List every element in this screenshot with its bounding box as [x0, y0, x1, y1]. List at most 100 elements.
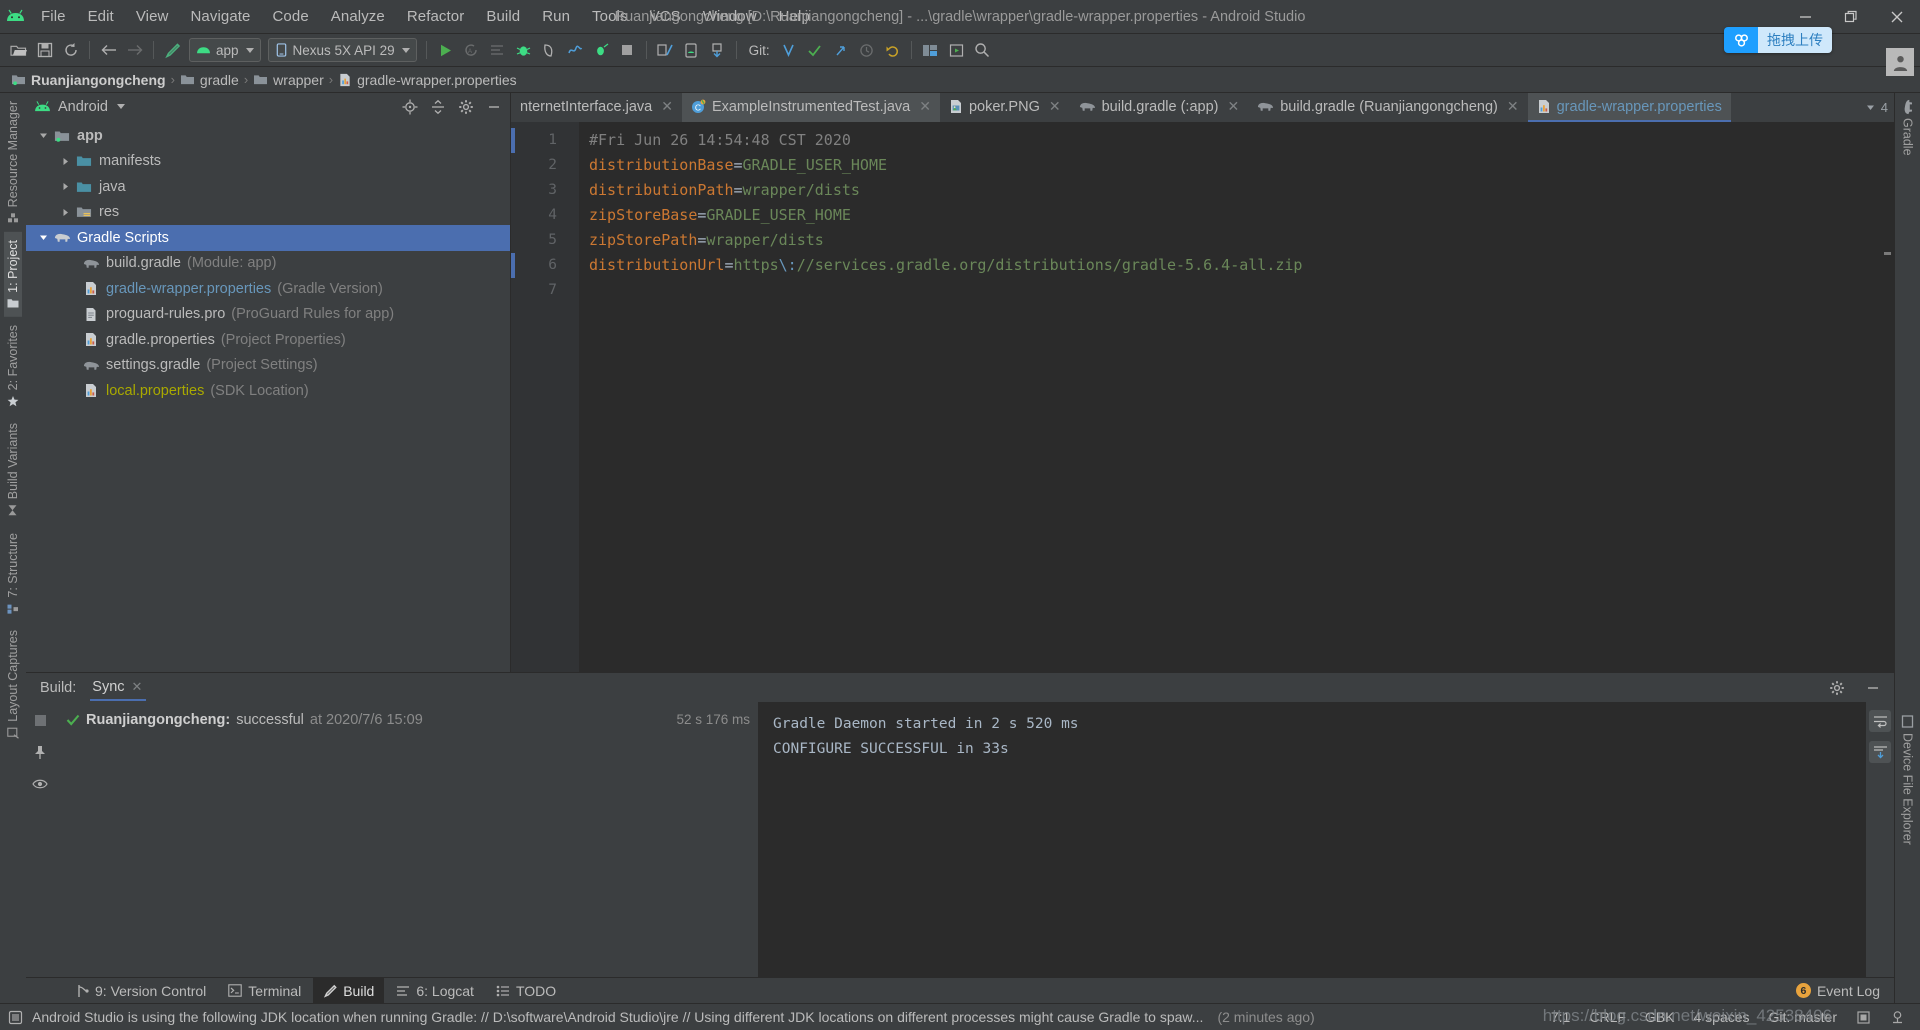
- expand-arrow-down-icon[interactable]: [34, 233, 52, 242]
- save-all-icon[interactable]: [32, 38, 57, 63]
- tree-node-build-gradle-app[interactable]: build.gradle (Module: app): [26, 251, 510, 277]
- search-icon[interactable]: [970, 38, 995, 63]
- maximize-button[interactable]: [1828, 0, 1874, 34]
- expand-arrow-right-icon[interactable]: [56, 182, 74, 191]
- profiler-icon[interactable]: [563, 38, 588, 63]
- close-icon[interactable]: ✕: [132, 679, 143, 695]
- caret-position[interactable]: 7:1: [1546, 1009, 1575, 1025]
- tree-node-local-properties[interactable]: local.properties (SDK Location): [26, 378, 510, 404]
- sidebar-item-project[interactable]: 1: Project: [4, 232, 22, 318]
- editor-tab-build-gradle-app[interactable]: build.gradle (:app) ✕: [1070, 93, 1249, 122]
- build-result-row[interactable]: Ruanjiangongcheng: successful at 2020/7/…: [54, 707, 758, 732]
- stop-icon[interactable]: [615, 38, 640, 63]
- forward-arrow-icon[interactable]: [122, 38, 147, 63]
- menu-item-view[interactable]: View: [125, 0, 180, 33]
- editor-tab-build-gradle-project[interactable]: build.gradle (Ruanjiangongcheng) ✕: [1248, 93, 1527, 122]
- read-only-icon[interactable]: [1851, 1010, 1876, 1025]
- inspections-icon[interactable]: [1885, 1010, 1910, 1025]
- layout-inspector-icon[interactable]: [918, 38, 943, 63]
- build-hammer-icon[interactable]: [160, 38, 185, 63]
- preview-icon[interactable]: [944, 38, 969, 63]
- device-selector[interactable]: Nexus 5X API 29: [267, 38, 417, 62]
- menu-item-navigate[interactable]: Navigate: [179, 0, 261, 33]
- file-encoding[interactable]: GBK: [1640, 1009, 1680, 1025]
- menu-item-window[interactable]: Window: [692, 0, 768, 33]
- sidebar-item-resource-manager[interactable]: Resource Manager: [4, 93, 22, 232]
- expand-arrow-down-icon[interactable]: [34, 131, 52, 140]
- tree-node-settings-gradle[interactable]: settings.gradle (Project Settings): [26, 353, 510, 379]
- tree-node-gradle-scripts[interactable]: Gradle Scripts: [26, 225, 510, 251]
- hide-icon[interactable]: [1862, 677, 1884, 699]
- git-push-icon[interactable]: [828, 38, 853, 63]
- code-folding-column[interactable]: [511, 122, 579, 672]
- menu-item-help[interactable]: Help: [768, 0, 821, 33]
- close-icon[interactable]: ✕: [1227, 98, 1239, 115]
- close-icon[interactable]: ✕: [661, 98, 673, 115]
- editor-marker-gutter[interactable]: [1880, 122, 1894, 672]
- breadcrumb-item-project[interactable]: Ruanjiangongcheng: [8, 69, 169, 91]
- run-with-coverage-icon[interactable]: [589, 38, 614, 63]
- status-message[interactable]: Android Studio is using the following JD…: [32, 1009, 1203, 1025]
- locate-icon[interactable]: [399, 96, 421, 118]
- build-tab-sync[interactable]: Sync ✕: [90, 675, 147, 701]
- expand-arrow-right-icon[interactable]: [56, 208, 74, 217]
- close-icon[interactable]: ✕: [919, 98, 931, 115]
- build-console-output[interactable]: Gradle Daemon started in 2 s 520 ms CONF…: [759, 702, 1866, 977]
- menu-item-edit[interactable]: Edit: [77, 0, 125, 33]
- tree-node-app[interactable]: app: [26, 123, 510, 149]
- tree-node-gradle-properties[interactable]: gradle.properties (Project Properties): [26, 327, 510, 353]
- git-history-icon[interactable]: [854, 38, 879, 63]
- sidebar-item-structure[interactable]: 7: Structure: [4, 525, 22, 623]
- expand-arrow-right-icon[interactable]: [56, 157, 74, 166]
- tab-version-control[interactable]: 9: Version Control: [66, 978, 216, 1004]
- menu-item-build[interactable]: Build: [475, 0, 531, 33]
- menu-item-run[interactable]: Run: [531, 0, 581, 33]
- git-branch[interactable]: Git: master: [1764, 1009, 1842, 1025]
- apply-code-changes-icon[interactable]: [485, 38, 510, 63]
- collapse-all-icon[interactable]: [427, 96, 449, 118]
- stop-icon[interactable]: [31, 711, 49, 729]
- tree-node-proguard-rules[interactable]: proguard-rules.pro (ProGuard Rules for a…: [26, 302, 510, 328]
- module-selector[interactable]: app: [189, 38, 261, 62]
- tab-logcat[interactable]: 6: Logcat: [386, 978, 484, 1004]
- open-folder-icon[interactable]: [6, 38, 31, 63]
- editor-tab-poker-png[interactable]: poker.PNG ✕: [940, 93, 1070, 122]
- drag-upload-button[interactable]: 拖拽上传: [1724, 27, 1832, 53]
- editor-tab-internet-interface[interactable]: nternetInterface.java ✕: [511, 93, 682, 122]
- sidebar-item-favorites[interactable]: 2: Favorites: [4, 317, 22, 415]
- undo-icon[interactable]: [880, 38, 905, 63]
- code-area[interactable]: 1 2 3 4 5 6 7 #Fri Jun 26 14:54:48 CST 2…: [511, 122, 1894, 672]
- tab-terminal[interactable]: Terminal: [218, 978, 311, 1004]
- sidebar-item-gradle[interactable]: Gradle: [1898, 93, 1918, 164]
- tab-todo[interactable]: TODO: [486, 978, 566, 1004]
- breadcrumb-item-file[interactable]: gradle-wrapper.properties: [335, 69, 520, 91]
- close-icon[interactable]: ✕: [1049, 98, 1061, 115]
- sdk-manager-icon[interactable]: [653, 38, 678, 63]
- editor-tab-overflow[interactable]: 4: [1866, 93, 1894, 122]
- notification-icon[interactable]: [8, 1010, 23, 1025]
- settings-gear-icon[interactable]: [455, 96, 477, 118]
- line-separator[interactable]: CRLF: [1584, 1009, 1631, 1025]
- menu-item-refactor[interactable]: Refactor: [396, 0, 476, 33]
- apply-changes-icon[interactable]: A: [459, 38, 484, 63]
- tree-node-gradle-wrapper-properties[interactable]: gradle-wrapper.properties (Gradle Versio…: [26, 276, 510, 302]
- tab-build[interactable]: Build: [313, 977, 385, 1004]
- eye-icon[interactable]: [31, 775, 49, 793]
- scroll-to-end-icon[interactable]: [1869, 741, 1891, 763]
- breadcrumb-item-gradle[interactable]: gradle: [177, 69, 242, 91]
- editor-tab-gradle-wrapper-properties[interactable]: gradle-wrapper.properties: [1527, 93, 1731, 122]
- menu-item-analyze[interactable]: Analyze: [320, 0, 396, 33]
- tree-node-manifests[interactable]: manifests: [26, 149, 510, 175]
- event-log-button[interactable]: 6 Event Log: [1795, 983, 1894, 999]
- git-commit-icon[interactable]: [802, 38, 827, 63]
- sidebar-item-build-variants[interactable]: Build Variants: [4, 415, 22, 524]
- menu-item-vcs[interactable]: VCS: [639, 0, 692, 33]
- menu-item-tools[interactable]: Tools: [581, 0, 639, 33]
- tree-node-res[interactable]: res: [26, 200, 510, 226]
- avd-download-icon[interactable]: [705, 38, 730, 63]
- settings-gear-icon[interactable]: [1826, 677, 1848, 699]
- code-text[interactable]: #Fri Jun 26 14:54:48 CST 2020 distributi…: [579, 122, 1880, 672]
- attach-debugger-icon[interactable]: [537, 38, 562, 63]
- close-button[interactable]: [1874, 0, 1920, 34]
- avd-manager-icon[interactable]: [679, 38, 704, 63]
